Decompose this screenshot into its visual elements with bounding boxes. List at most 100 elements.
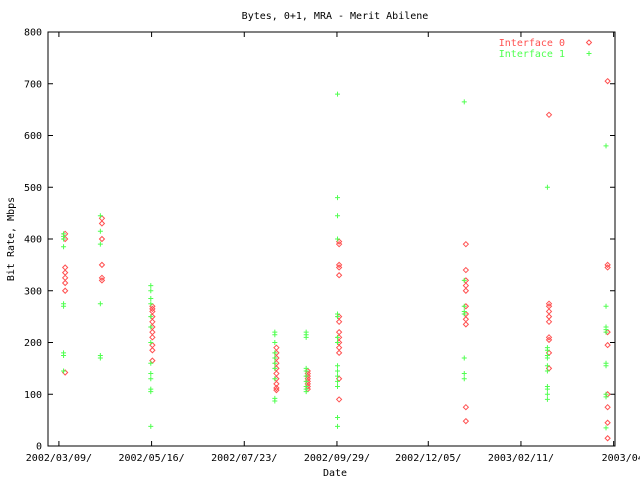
data-point — [273, 344, 280, 351]
data-point — [98, 220, 106, 227]
data-point — [335, 363, 341, 369]
data-point — [335, 195, 341, 201]
data-point — [335, 349, 343, 357]
data-point — [97, 301, 103, 307]
data-point — [303, 329, 309, 335]
data-point — [61, 244, 67, 250]
data-point — [462, 266, 470, 274]
data-point — [148, 301, 154, 307]
data-point — [545, 308, 553, 315]
data-point — [61, 287, 69, 294]
data-point — [335, 328, 343, 336]
data-point — [148, 371, 154, 377]
data-point — [148, 386, 154, 392]
x-tick-label: 2003/02/11/ — [488, 453, 554, 464]
data-point — [462, 282, 470, 289]
data-point — [462, 417, 470, 425]
data-point — [335, 396, 343, 403]
y-tick-label: 200 — [24, 338, 42, 349]
data-point — [604, 341, 611, 349]
data-point — [604, 435, 611, 442]
data-point — [335, 383, 341, 389]
data-point — [61, 274, 69, 282]
data-point — [335, 378, 341, 384]
data-point — [335, 368, 341, 374]
data-point — [335, 318, 343, 326]
x-axis-label: Date — [323, 468, 347, 479]
data-point — [61, 264, 69, 271]
data-point — [61, 269, 69, 276]
data-point — [335, 423, 341, 429]
data-point — [335, 272, 343, 279]
data-point — [544, 345, 550, 351]
data-point — [603, 324, 609, 330]
data-point — [462, 403, 470, 411]
data-point — [544, 363, 550, 369]
data-point — [61, 301, 67, 307]
data-point — [148, 340, 154, 345]
data-point — [335, 415, 341, 421]
x-tick-label: 2002/12/05/ — [395, 453, 461, 464]
data-point — [335, 236, 341, 242]
legend-swatch — [585, 39, 593, 46]
y-tick-label: 800 — [24, 28, 42, 39]
y-tick-label: 600 — [24, 131, 42, 142]
y-tick-label: 300 — [24, 286, 42, 297]
data-point — [461, 376, 467, 382]
data-point — [148, 296, 154, 302]
x-tick-label: 2003/04/2 — [602, 453, 640, 464]
y-tick-label: 400 — [24, 235, 42, 246]
data-point — [97, 228, 103, 234]
data-point — [149, 347, 156, 354]
chart-canvas: Bytes, 0+1, MRA - Merit Abilene 01002003… — [6, 11, 640, 479]
data-point — [462, 287, 470, 294]
data-point — [61, 350, 67, 356]
data-point — [148, 376, 154, 382]
data-point — [335, 344, 343, 351]
chart-title: Bytes, 0+1, MRA - Merit Abilene — [242, 11, 429, 22]
y-axis-label: Bit Rate, Mbps — [6, 197, 17, 281]
data-point — [273, 370, 280, 377]
data-point — [544, 383, 550, 389]
data-point — [545, 313, 553, 320]
data-point — [98, 235, 106, 243]
y-tick-label: 500 — [24, 183, 42, 194]
data-point — [603, 143, 609, 149]
data-point — [98, 261, 106, 269]
data-point — [545, 318, 553, 326]
legend-label: Interface 0 — [499, 38, 565, 49]
x-tick-label: 2002/07/23/ — [211, 453, 277, 464]
data-point — [148, 423, 154, 429]
data-point — [603, 303, 609, 309]
data-point — [335, 91, 341, 97]
data-point — [462, 240, 470, 248]
legend-label: Interface 1 — [499, 49, 565, 60]
y-tick-label: 0 — [36, 442, 42, 453]
data-point — [603, 360, 609, 366]
data-point — [545, 111, 553, 119]
data-point — [97, 241, 103, 247]
y-tick-label: 100 — [24, 390, 42, 401]
data-point — [462, 321, 470, 328]
data-point — [149, 318, 156, 326]
data-point — [604, 77, 611, 85]
x-tick-label: 2002/05/16/ — [118, 453, 184, 464]
data-point — [149, 334, 156, 341]
data-point — [148, 283, 154, 289]
plot-area-frame — [47, 31, 616, 447]
data-point — [462, 316, 470, 323]
legend: Interface 0Interface 1 — [499, 38, 593, 60]
data-point — [461, 308, 467, 314]
data-point — [461, 371, 467, 377]
data-point — [544, 396, 550, 402]
data-point — [461, 355, 467, 361]
data-point — [97, 213, 103, 219]
data-point — [303, 365, 309, 371]
data-point — [149, 328, 156, 336]
x-tick-label: 2002/03/09/ — [26, 453, 92, 464]
y-axis: 0 100 200 300 400 500 600 700 800 — [24, 28, 615, 453]
data-point — [61, 368, 67, 374]
data-point — [61, 279, 69, 287]
data-point — [97, 352, 103, 358]
data-point — [604, 419, 611, 426]
